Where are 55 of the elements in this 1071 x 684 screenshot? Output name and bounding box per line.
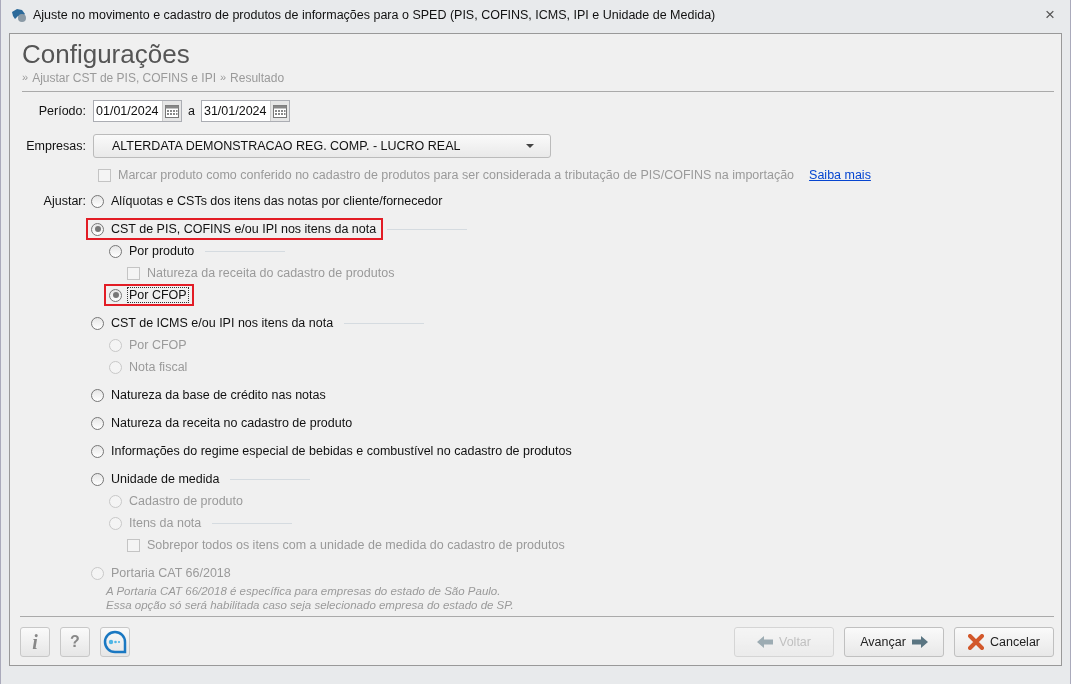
option-label: Unidade de medida bbox=[110, 471, 221, 487]
option-label: Nota fiscal bbox=[128, 359, 189, 375]
option-label: Sobrepor todos os itens com a unidade de medida do cadastro de produtos bbox=[146, 537, 566, 553]
calendar-button[interactable] bbox=[162, 101, 181, 121]
option-label: Por produto bbox=[128, 243, 196, 259]
breadcrumb-separator: » bbox=[22, 71, 29, 85]
radio-button[interactable] bbox=[91, 316, 104, 330]
close-button[interactable]: × bbox=[1030, 1, 1070, 29]
option-label: Itens da nota bbox=[128, 515, 203, 531]
radio-button[interactable] bbox=[91, 222, 104, 236]
option-label: Informações do regime especial de bebidas e combustível no cadastro de produtos bbox=[110, 443, 573, 459]
option-label: Alíquotas e CSTs dos itens das notas por cliente/fornecedor bbox=[110, 193, 444, 209]
hint-text: A Portaria CAT 66/2018 é específica para empresas do estado de São Paulo. bbox=[106, 584, 502, 598]
calendar-icon bbox=[271, 103, 288, 119]
option-label: Natureza da base de crédito nas notas bbox=[110, 387, 327, 403]
radio-button[interactable] bbox=[91, 194, 104, 208]
caret-icon bbox=[526, 144, 534, 148]
option-label: Natureza da receita no cadastro de produto bbox=[110, 415, 354, 431]
date-field[interactable]: 31/01/2024 bbox=[200, 100, 290, 122]
radio-button[interactable] bbox=[109, 244, 122, 258]
right-arrow-icon bbox=[911, 635, 928, 649]
hint-text: Essa opção só será habilitada caso seja selecionado empresa do estado de SP. bbox=[106, 598, 515, 612]
calendar-icon bbox=[164, 103, 180, 119]
app-logo-icon bbox=[11, 7, 27, 23]
close-icon bbox=[968, 634, 984, 650]
breadcrumb-separator: » bbox=[219, 71, 227, 85]
option-label: Portaria CAT 66/2018 bbox=[110, 565, 232, 581]
radio-button[interactable] bbox=[109, 288, 122, 302]
date-field[interactable]: 01/01/2024 bbox=[93, 100, 182, 122]
option-label: CST de ICMS e/ou IPI nos itens da nota bbox=[110, 315, 335, 331]
range-connector: a bbox=[188, 104, 195, 118]
option-label: Por CFOP bbox=[128, 337, 188, 353]
radio-button[interactable] bbox=[91, 472, 104, 486]
chat-bubble-icon bbox=[103, 630, 127, 654]
field-label: Período: bbox=[37, 104, 86, 118]
option-label: CST de PIS, COFINS e/ou IPI nos itens da nota bbox=[110, 221, 378, 237]
radio-button[interactable] bbox=[91, 416, 104, 430]
chat-button[interactable] bbox=[100, 627, 130, 657]
breadcrumb-step: Ajustar CST de PIS, COFINS e IPI bbox=[32, 71, 216, 85]
window-title: Ajuste no movimento e cadastro de produtos de informações para o SPED (PIS, COFINS, ICMS, IPI e Unidade de Medida) bbox=[33, 8, 717, 22]
option-label: Natureza da receita do cadastro de produtos bbox=[146, 265, 396, 281]
breadcrumb-step: Resultado bbox=[230, 71, 285, 85]
field-label: Empresas: bbox=[25, 139, 86, 153]
calendar-button[interactable] bbox=[269, 101, 289, 121]
option-label: Cadastro de produto bbox=[128, 493, 244, 509]
page-title: Configurações bbox=[22, 38, 191, 70]
left-arrow-icon bbox=[757, 635, 773, 649]
option-label: Por CFOP bbox=[127, 287, 189, 303]
company-dropdown[interactable]: ALTERDATA DEMONSTRACAO REG. COMP. - LUCRO REAL bbox=[93, 134, 551, 158]
field-label: Ajustar: bbox=[42, 193, 86, 210]
radio-button[interactable] bbox=[91, 388, 104, 402]
cancel-button[interactable]: Cancelar bbox=[954, 627, 1054, 657]
next-button[interactable]: Avançar bbox=[844, 627, 944, 657]
radio-button[interactable] bbox=[91, 444, 104, 458]
checkbox-label: Marcar produto como conferido no cadastro de produtos para ser considerada a tributação de PIS/COFINS na importação bbox=[117, 167, 796, 183]
